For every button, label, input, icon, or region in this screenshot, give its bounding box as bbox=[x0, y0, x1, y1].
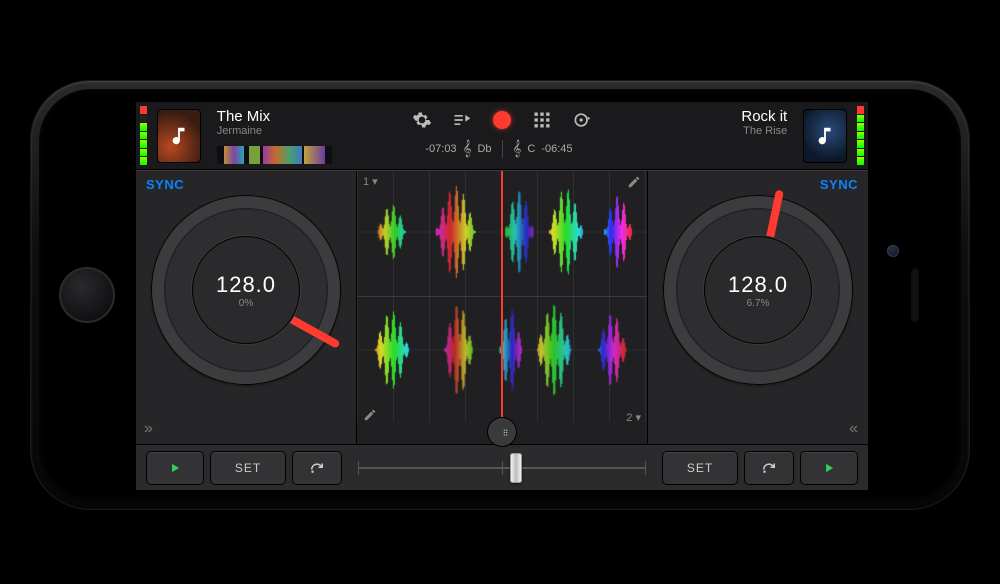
treble-clef-icon: 𝄞 bbox=[513, 140, 522, 158]
level-meter-a bbox=[140, 106, 147, 165]
album-art-a[interactable] bbox=[157, 109, 201, 163]
track-overview-a[interactable] bbox=[217, 146, 332, 164]
crossfader-icon bbox=[495, 425, 509, 439]
cue-jump-button-a[interactable] bbox=[292, 451, 342, 485]
track-info-b[interactable]: Rock it The Rise bbox=[663, 102, 798, 169]
waveform-view[interactable]: 1 ▾ 2 ▾ bbox=[356, 171, 648, 444]
bpm-b[interactable]: 128.0 bbox=[728, 272, 788, 298]
level-meter-b bbox=[857, 106, 864, 165]
deck-b: SYNC 128.0 6.7% « bbox=[648, 171, 868, 444]
time-remaining-b: -06:45 bbox=[541, 143, 572, 155]
play-button-a[interactable] bbox=[146, 451, 204, 485]
top-bar: The Mix Jermaine bbox=[136, 102, 868, 170]
key-a[interactable]: Db bbox=[477, 143, 491, 155]
play-button-b[interactable] bbox=[800, 451, 858, 485]
track-title-a: The Mix bbox=[217, 108, 332, 125]
sampler-button[interactable] bbox=[531, 109, 553, 131]
queue-button[interactable] bbox=[451, 109, 473, 131]
record-button[interactable] bbox=[491, 109, 513, 131]
key-b[interactable]: C bbox=[527, 143, 535, 155]
track-artist-b: The Rise bbox=[743, 125, 787, 138]
play-icon bbox=[168, 461, 182, 475]
transport-bar: SET SET bbox=[136, 444, 868, 490]
automix-icon bbox=[572, 110, 592, 130]
jog-wheel-b[interactable]: 128.0 6.7% bbox=[663, 195, 853, 385]
crossfader-track bbox=[358, 467, 646, 469]
track-info-a[interactable]: The Mix Jermaine bbox=[207, 102, 342, 169]
cue-set-button-a[interactable]: SET bbox=[210, 451, 286, 485]
music-note-icon bbox=[814, 125, 836, 147]
jog-hub-a: 128.0 0% bbox=[192, 236, 300, 344]
gear-icon bbox=[412, 110, 432, 130]
bpm-a[interactable]: 128.0 bbox=[216, 272, 276, 298]
app-screen: The Mix Jermaine bbox=[135, 101, 869, 491]
phone-frame: The Mix Jermaine bbox=[30, 80, 970, 510]
album-art-b[interactable] bbox=[803, 109, 847, 163]
pitch-a: 0% bbox=[239, 298, 253, 309]
pencil-icon[interactable] bbox=[363, 408, 377, 422]
lane-label-2[interactable]: 2 ▾ bbox=[626, 411, 641, 424]
deck-a: SYNC 128.0 0% » bbox=[136, 171, 356, 444]
settings-button[interactable] bbox=[411, 109, 433, 131]
crossfader-knob[interactable] bbox=[510, 453, 522, 483]
home-button[interactable] bbox=[59, 267, 115, 323]
sync-button-b[interactable]: SYNC bbox=[820, 177, 858, 192]
front-camera bbox=[887, 245, 899, 257]
cue-jump-icon bbox=[760, 459, 778, 477]
sync-button-a[interactable]: SYNC bbox=[146, 177, 184, 192]
panel-expand-a[interactable]: » bbox=[144, 420, 155, 438]
panel-expand-b[interactable]: « bbox=[849, 420, 860, 438]
jog-hub-b: 128.0 6.7% bbox=[704, 236, 812, 344]
play-icon bbox=[822, 461, 836, 475]
treble-clef-icon: 𝄞 bbox=[463, 140, 472, 158]
jog-wheel-a[interactable]: 128.0 0% bbox=[151, 195, 341, 385]
music-note-icon bbox=[168, 125, 190, 147]
cue-jump-icon bbox=[308, 459, 326, 477]
center-toolbar: -07:03 𝄞 Db 𝄞 C -06:45 bbox=[342, 102, 663, 169]
phone-speaker bbox=[911, 268, 919, 322]
cue-jump-button-b[interactable] bbox=[744, 451, 794, 485]
decks-area: SYNC 128.0 0% » 1 ▾ 2 ▾ bbox=[136, 170, 868, 444]
record-icon bbox=[493, 111, 511, 129]
automix-button[interactable] bbox=[571, 109, 593, 131]
time-remaining-a: -07:03 bbox=[425, 143, 456, 155]
crossfader-mode-button[interactable] bbox=[488, 418, 516, 446]
pitch-b: 6.7% bbox=[747, 298, 770, 309]
track-artist-a: Jermaine bbox=[217, 125, 332, 138]
crossfader[interactable] bbox=[348, 445, 656, 490]
queue-playlist-icon bbox=[452, 110, 472, 130]
cue-set-button-b[interactable]: SET bbox=[662, 451, 738, 485]
track-title-b: Rock it bbox=[741, 108, 787, 125]
sampler-grid-icon bbox=[532, 110, 552, 130]
